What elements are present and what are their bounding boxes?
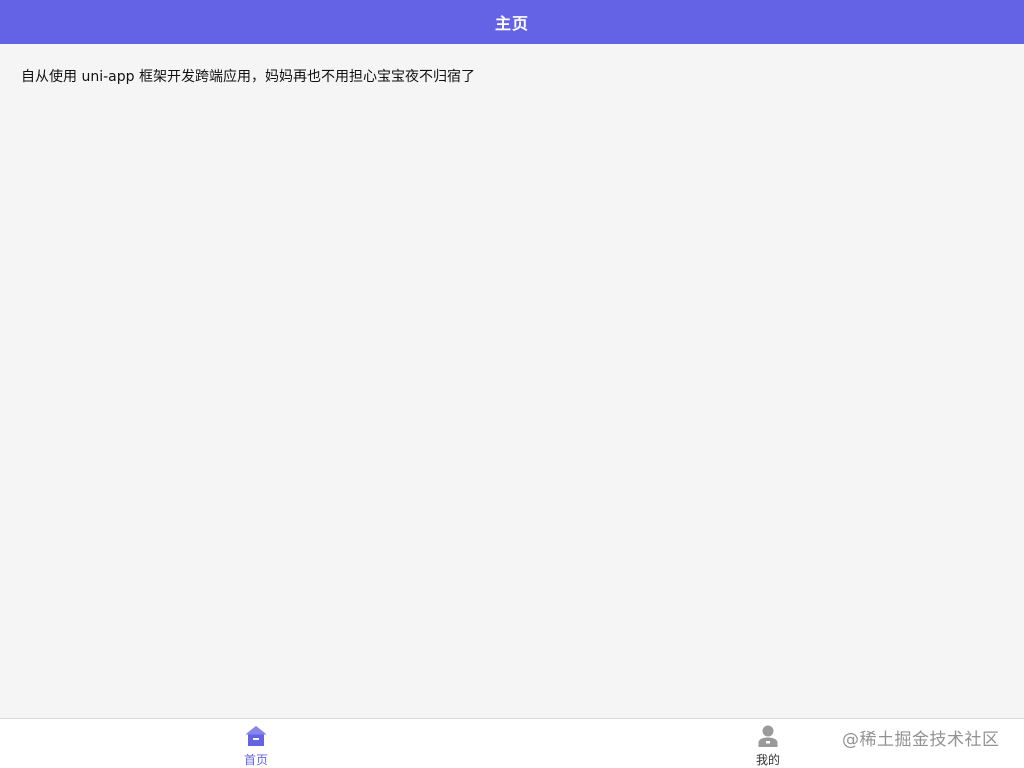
app-window: 主页 自从使用 uni-app 框架开发跨端应用，妈妈再也不用担心宝宝夜不归宿了… xyxy=(0,0,1024,768)
tab-home-label: 首页 xyxy=(243,753,268,767)
tab-home[interactable]: 首页 xyxy=(196,719,316,768)
user-icon xyxy=(758,725,778,747)
page-title: 主页 xyxy=(494,14,529,33)
home-icon xyxy=(245,726,267,746)
content-text: 自从使用 uni-app 框架开发跨端应用，妈妈再也不用担心宝宝夜不归宿了 xyxy=(21,69,475,85)
main-content: 自从使用 uni-app 框架开发跨端应用，妈妈再也不用担心宝宝夜不归宿了 xyxy=(0,44,1024,718)
navigation-bar: 主页 xyxy=(0,0,1024,44)
tab-mine[interactable]: 我的 xyxy=(708,719,828,768)
tab-mine-label: 我的 xyxy=(755,753,780,767)
watermark: @稀土掘金技术社区 xyxy=(842,730,1000,750)
